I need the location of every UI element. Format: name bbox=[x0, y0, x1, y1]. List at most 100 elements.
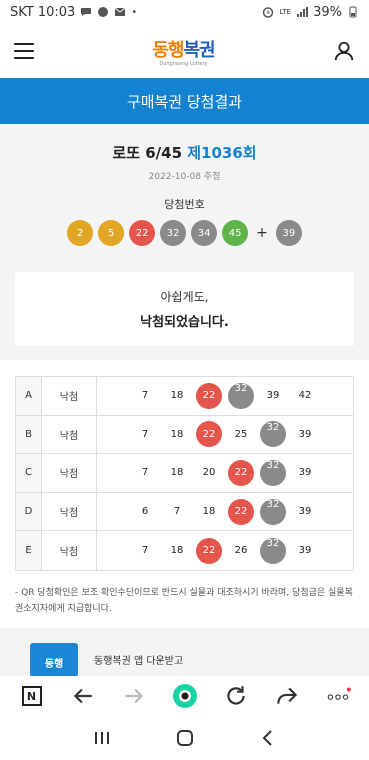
winning-number-ball: 22 bbox=[129, 220, 156, 246]
draw-date: 2022-10-08 추첨 bbox=[148, 172, 221, 182]
winning-number-ball: 5 bbox=[98, 220, 125, 246]
game-label: C bbox=[16, 454, 42, 492]
table-row: D 낙첨 6 7 18 22 32 39 bbox=[16, 492, 353, 532]
result-section: 로또 6/45 제1036회 2022-10-08 추첨 당첨번호 2 5 22 32… bbox=[0, 124, 369, 360]
game-label: A bbox=[16, 377, 42, 415]
mail-icon bbox=[115, 7, 126, 16]
table-row: B 낙첨 7 18 22 25 32 39 bbox=[16, 415, 353, 455]
browser-toolbar: N bbox=[0, 676, 369, 716]
refresh-icon[interactable] bbox=[223, 683, 249, 709]
back-arrow-icon[interactable] bbox=[70, 683, 96, 709]
game-number: 7 bbox=[141, 428, 149, 440]
app-logo: 동행 bbox=[30, 643, 78, 676]
logo-text: 동행복권 bbox=[152, 39, 215, 61]
home-icon[interactable] bbox=[173, 726, 197, 750]
game-label: B bbox=[16, 415, 42, 454]
matched-number: 32 bbox=[260, 537, 286, 564]
table-row: E 낙첨 7 18 22 26 32 39 bbox=[16, 531, 353, 570]
game-numbers: 6 7 18 22 32 39 bbox=[97, 498, 353, 525]
game-number: 18 bbox=[202, 506, 216, 518]
game-number: 18 bbox=[170, 428, 184, 440]
winning-number-ball: 2 bbox=[67, 220, 94, 246]
chat-icon bbox=[81, 8, 92, 16]
winning-numbers-label: 당첨번호 bbox=[164, 198, 205, 211]
result-message-line1: 아쉽게도, bbox=[160, 290, 209, 304]
result-message-box: 아쉽게도, 낙첨되었습니다. bbox=[15, 272, 354, 346]
user-icon[interactable] bbox=[333, 40, 355, 62]
signal-icon bbox=[297, 7, 309, 17]
status-bar: SKT 10:03 • LTE 39% bbox=[0, 0, 369, 24]
game-number: 18 bbox=[170, 545, 184, 557]
matched-number: 22 bbox=[196, 382, 222, 409]
matched-number: 22 bbox=[196, 537, 222, 564]
game-number: 7 bbox=[173, 506, 181, 518]
app-banner-title: 동행복권 앱 다운받고 bbox=[94, 656, 184, 667]
table-row: A 낙첨 7 18 22 32 39 42 bbox=[16, 377, 353, 416]
game-number: 39 bbox=[298, 506, 312, 518]
battery-icon bbox=[349, 6, 357, 18]
table-row: C 낙첨 7 18 20 22 32 39 bbox=[16, 454, 353, 493]
game-status: 낙첨 bbox=[42, 454, 97, 492]
network-label: LTE bbox=[279, 8, 292, 16]
game-number: 39 bbox=[298, 428, 312, 440]
status-left: SKT 10:03 • bbox=[10, 5, 137, 20]
game-number: 18 bbox=[170, 467, 184, 479]
game-label: D bbox=[16, 492, 42, 531]
logo-subtitle: Donghaeng Lottery bbox=[159, 60, 208, 67]
game-number: 20 bbox=[202, 467, 216, 479]
round-title: 로또 6/45 제1036회 bbox=[112, 144, 257, 162]
game-number: 42 bbox=[298, 390, 312, 402]
winning-number-ball: 45 bbox=[222, 220, 249, 246]
app-icon bbox=[98, 7, 109, 17]
game-numbers: 7 18 22 32 39 42 bbox=[97, 382, 353, 409]
game-number: 18 bbox=[170, 390, 184, 402]
forward-arrow-icon[interactable] bbox=[121, 683, 147, 709]
game-number: 7 bbox=[141, 390, 149, 402]
system-nav-bar bbox=[0, 716, 369, 760]
page-title: 구매복권 당첨결과 bbox=[0, 78, 369, 124]
status-time: SKT 10:03 bbox=[10, 4, 76, 20]
game-numbers: 7 18 20 22 32 39 bbox=[97, 459, 353, 486]
result-message-line2: 낙첨되었습니다. bbox=[140, 315, 229, 330]
matched-number: 22 bbox=[228, 498, 254, 525]
matched-number: 22 bbox=[228, 459, 254, 486]
battery-percent: 39% bbox=[313, 4, 342, 20]
game-number: 25 bbox=[234, 428, 248, 440]
matched-number: 32 bbox=[260, 459, 286, 486]
game-label: E bbox=[16, 531, 42, 570]
app-download-banner[interactable]: 동행 동행복권 앱 다운받고 bbox=[0, 628, 369, 676]
game-number: 26 bbox=[234, 545, 248, 557]
matched-number: 22 bbox=[196, 421, 222, 448]
bonus-number-ball: 39 bbox=[275, 220, 302, 246]
matched-number: 32 bbox=[228, 382, 254, 409]
share-icon[interactable] bbox=[274, 683, 300, 709]
game-numbers: 7 18 22 26 32 39 bbox=[97, 537, 353, 564]
games-table: A 낙첨 7 18 22 32 39 42 B 낙첨 7 18 22 25 32 39 C 낙첨 7 18 20 22 32… bbox=[15, 376, 354, 571]
dot-icon: • bbox=[131, 6, 138, 18]
notice-text: - QR 당첨확인은 보조 확인수단이므로 반드시 실물과 대조하시기 바라며,… bbox=[15, 587, 353, 614]
naver-n-button[interactable]: N bbox=[19, 683, 45, 709]
recent-apps-icon[interactable] bbox=[90, 726, 114, 750]
game-number: 39 bbox=[298, 467, 312, 479]
back-icon[interactable] bbox=[256, 726, 280, 750]
game-status: 낙첨 bbox=[42, 492, 97, 531]
round-header: 로또 6/45 제1036회 2022-10-08 추첨 당첨번호 2 5 22 32… bbox=[0, 124, 369, 246]
game-numbers: 7 18 22 25 32 39 bbox=[97, 421, 353, 448]
game-number: 7 bbox=[141, 545, 149, 557]
game-status: 낙첨 bbox=[42, 377, 97, 415]
game-number: 7 bbox=[141, 467, 149, 479]
winning-number-ball: 32 bbox=[160, 220, 187, 246]
home-circle-icon[interactable] bbox=[172, 683, 198, 709]
game-number: 6 bbox=[141, 506, 149, 518]
round-number: 제1036회 bbox=[187, 144, 257, 162]
plus-sign: + bbox=[256, 225, 268, 241]
logo[interactable]: 동행복권 Donghaeng Lottery bbox=[152, 36, 215, 67]
matched-number: 32 bbox=[260, 498, 286, 525]
status-right: LTE 39% bbox=[262, 5, 359, 20]
hamburger-icon[interactable] bbox=[14, 43, 34, 59]
winning-number-ball: 34 bbox=[191, 220, 218, 246]
game-status: 낙첨 bbox=[42, 531, 97, 570]
game-number: 39 bbox=[266, 390, 280, 402]
more-icon[interactable] bbox=[325, 683, 351, 709]
matched-number: 32 bbox=[260, 421, 286, 448]
